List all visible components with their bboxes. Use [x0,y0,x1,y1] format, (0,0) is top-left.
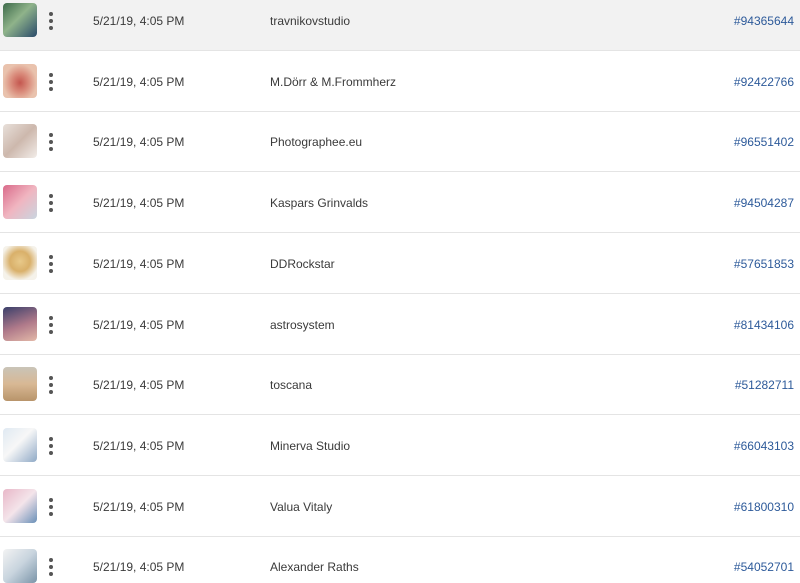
kebab-dot [49,201,53,206]
asset-id-link[interactable]: #54052701 [734,559,794,575]
more-vertical-icon[interactable] [44,495,58,519]
more-vertical-icon[interactable] [44,191,58,215]
table-row[interactable]: 5/21/19, 4:05 PM toscana #51282711 [0,355,800,416]
kebab-dot [49,72,53,77]
more-vertical-icon[interactable] [44,252,58,276]
more-vertical-icon[interactable] [44,434,58,458]
license-date: 5/21/19, 4:05 PM [93,378,185,393]
contributor-name: Photographee.eu [270,135,363,150]
kebab-dot [49,565,53,570]
kebab-dot [49,443,53,448]
asset-thumbnail[interactable] [3,124,37,159]
kebab-dot [49,140,53,145]
table-row[interactable]: 5/21/19, 4:05 PM Minerva Studio #66043103 [0,415,800,476]
asset-thumbnail[interactable] [3,245,37,280]
contributor-name: Minerva Studio [270,438,351,453]
kebab-dot [49,79,53,84]
more-vertical-icon[interactable] [44,130,58,154]
kebab-dot [49,12,53,16]
more-vertical-icon[interactable] [44,9,58,33]
kebab-dot [49,19,53,23]
asset-id-link[interactable]: #92422766 [734,74,794,90]
kebab-dot [49,329,53,334]
license-date: 5/21/19, 4:05 PM [93,317,185,332]
contributor-name: Alexander Raths [270,560,359,575]
license-date: 5/21/19, 4:05 PM [93,256,185,271]
contributor-name: travnikovstudio [270,14,351,28]
asset-thumbnail[interactable] [3,306,37,341]
more-vertical-icon[interactable] [44,373,58,397]
asset-id-link[interactable]: #66043103 [734,438,794,454]
kebab-dot [49,254,53,259]
asset-thumbnail[interactable] [3,549,37,583]
asset-thumbnail[interactable] [3,488,37,523]
kebab-dot [49,26,53,30]
kebab-dot [49,572,53,577]
kebab-dot [49,268,53,273]
table-row[interactable]: 5/21/19, 4:05 PM Alexander Raths #54052701 [0,537,800,583]
asset-id-link[interactable]: #57651853 [734,256,794,272]
asset-id-link[interactable]: #96551402 [734,134,794,150]
table-row[interactable]: 5/21/19, 4:05 PM DDRockstar #57651853 [0,233,800,294]
contributor-name: toscana [270,378,313,393]
asset-thumbnail[interactable] [3,367,37,402]
asset-id-link[interactable]: #61800310 [734,499,794,515]
kebab-dot [49,261,53,266]
table-row[interactable]: 5/21/19, 4:05 PM Photographee.eu #96551402 [0,112,800,173]
table-row[interactable]: 5/21/19, 4:05 PM Kaspars Grinvalds #945042… [0,173,800,234]
license-date: 5/21/19, 4:05 PM [93,499,185,514]
asset-thumbnail[interactable] [3,427,37,462]
kebab-dot [49,504,53,509]
kebab-dot [49,147,53,152]
more-vertical-icon[interactable] [44,70,58,94]
asset-thumbnail[interactable] [3,185,37,220]
kebab-dot [49,511,53,516]
license-history-list: 5/21/19, 4:05 PM travnikovstudio #94365644… [0,0,800,583]
license-date: 5/21/19, 4:05 PM [93,196,185,211]
kebab-dot [49,315,53,320]
table-row[interactable]: 5/21/19, 4:05 PM Valua Vitaly #61800310 [0,476,800,537]
kebab-dot [49,376,53,381]
kebab-dot [49,450,53,455]
contributor-name: Kaspars Grinvalds [270,196,369,211]
license-date: 5/21/19, 4:05 PM [93,438,185,453]
kebab-dot [49,558,53,563]
kebab-dot [49,322,53,327]
kebab-dot [49,194,53,199]
license-date: 5/21/19, 4:05 PM [93,560,185,575]
kebab-dot [49,208,53,213]
asset-id-link[interactable]: #94504287 [734,195,794,211]
table-row[interactable]: 5/21/19, 4:05 PM astrosystem #81434106 [0,294,800,355]
asset-id-link[interactable]: #94365644 [734,13,794,29]
more-vertical-icon[interactable] [44,313,58,337]
kebab-dot [49,436,53,441]
license-date: 5/21/19, 4:05 PM [93,135,185,150]
license-date: 5/21/19, 4:05 PM [93,74,185,89]
kebab-dot [49,390,53,395]
kebab-dot [49,86,53,91]
kebab-dot [49,133,53,138]
kebab-dot [49,497,53,502]
asset-thumbnail[interactable] [3,63,37,98]
asset-id-link[interactable]: #81434106 [734,317,794,333]
asset-id-link[interactable]: #51282711 [735,377,794,393]
license-date: 5/21/19, 4:05 PM [93,14,185,28]
more-vertical-icon[interactable] [44,555,58,579]
contributor-name: Valua Vitaly [270,499,333,514]
table-row[interactable]: 5/21/19, 4:05 PM M.Dörr & M.Frommherz #924… [0,51,800,112]
contributor-name: astrosystem [270,317,335,332]
asset-thumbnail[interactable] [3,3,37,37]
kebab-dot [49,383,53,388]
contributor-name: M.Dörr & M.Frommherz [270,74,396,89]
table-row[interactable]: 5/21/19, 4:05 PM travnikovstudio #94365644 [0,0,800,51]
contributor-name: DDRockstar [270,256,335,271]
